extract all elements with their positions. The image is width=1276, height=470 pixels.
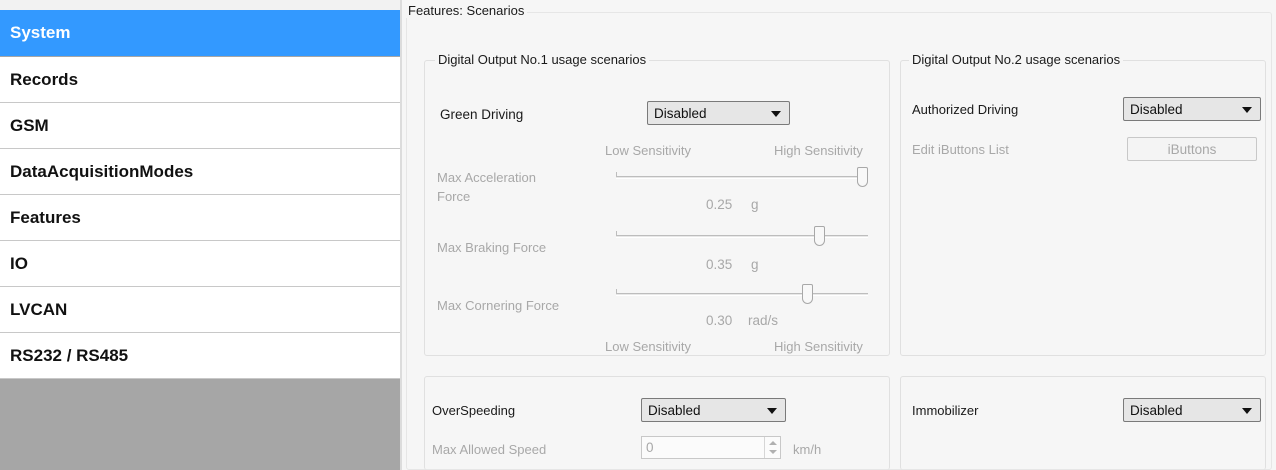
sidebar-item-label: DataAcquisitionModes (10, 161, 194, 181)
slider-tick (616, 231, 617, 235)
chevron-down-icon (771, 111, 781, 117)
acceleration-value: 0.25 (706, 197, 733, 212)
authorized-driving-label: Authorized Driving (912, 102, 1019, 117)
acceleration-slider[interactable] (616, 167, 868, 187)
sidebar-item-gsm[interactable]: GSM (0, 103, 401, 149)
braking-slider-thumb[interactable] (814, 226, 825, 246)
acceleration-unit: g (751, 197, 759, 212)
cornering-value: 0.30 (706, 313, 733, 328)
speed-unit-label: km/h (793, 442, 822, 457)
sidebar-item-label: Records (10, 69, 79, 89)
sidebar-item-records[interactable]: Records (0, 57, 401, 103)
chevron-down-icon (1242, 107, 1252, 113)
max-acceleration-label-2: Force (437, 189, 471, 204)
immobilizer-select[interactable]: Disabled (1123, 398, 1261, 422)
overspeeding-label: OverSpeeding (432, 403, 516, 418)
overspeeding-value: Disabled (648, 402, 701, 418)
braking-slider[interactable] (616, 226, 868, 246)
authorized-driving-select[interactable]: Disabled (1123, 97, 1261, 121)
sidebar-item-label: System (10, 22, 71, 42)
acceleration-slider-thumb[interactable] (857, 167, 868, 187)
sidebar-item-system[interactable]: System (0, 10, 401, 56)
section-title: Features: Scenarios (405, 3, 528, 18)
max-acceleration-label: Max Acceleration (437, 170, 536, 185)
overspeeding-select[interactable]: Disabled (641, 398, 786, 422)
sidebar-item-dataacquisitionmodes[interactable]: DataAcquisitionModes (0, 149, 401, 195)
low-sensitivity-label: Low Sensitivity (605, 143, 691, 158)
high-sensitivity-label: High Sensitivity (774, 143, 863, 158)
max-allowed-speed-value: 0 (646, 440, 654, 455)
braking-unit: g (751, 257, 759, 272)
low-sensitivity-bottom-label: Low Sensitivity (605, 339, 691, 354)
sidebar-item-label: LVCAN (10, 299, 68, 319)
immobilizer-value: Disabled (1130, 402, 1183, 418)
ibuttons-button[interactable]: iButtons (1127, 137, 1257, 161)
green-driving-select[interactable]: Disabled (647, 101, 790, 125)
do1-title: Digital Output No.1 usage scenarios (435, 52, 650, 67)
sidebar-item-label: GSM (10, 115, 49, 135)
sidebar-item-features[interactable]: Features (0, 195, 401, 241)
sidebar: System Records GSM DataAcquisitionModes … (0, 0, 401, 470)
max-allowed-speed-label: Max Allowed Speed (432, 442, 547, 457)
authorized-driving-value: Disabled (1130, 101, 1183, 117)
max-cornering-label: Max Cornering Force (437, 298, 560, 313)
edit-ibuttons-label: Edit iButtons List (912, 142, 1009, 157)
slider-tick (616, 289, 617, 293)
do2-title: Digital Output No.2 usage scenarios (909, 52, 1124, 67)
chevron-down-icon (1242, 408, 1252, 414)
cornering-unit: rad/s (748, 313, 779, 328)
immobilizer-label: Immobilizer (912, 403, 979, 418)
high-sensitivity-bottom-label: High Sensitivity (774, 339, 863, 354)
green-driving-value: Disabled (654, 105, 707, 121)
sidebar-item-label: RS232 / RS485 (10, 345, 129, 365)
max-braking-label: Max Braking Force (437, 240, 547, 255)
spinner-arrows-icon[interactable] (764, 437, 780, 458)
sidebar-item-label: IO (10, 253, 28, 273)
braking-value: 0.35 (706, 257, 733, 272)
sidebar-item-label: Features (10, 207, 81, 227)
arrow-up-icon[interactable] (769, 441, 777, 445)
max-allowed-speed-input[interactable]: 0 (641, 436, 781, 459)
sidebar-item-lvcan[interactable]: LVCAN (0, 287, 401, 333)
cornering-slider[interactable] (616, 284, 868, 304)
sidebar-item-io[interactable]: IO (0, 241, 401, 287)
slider-tick (616, 172, 617, 176)
chevron-down-icon (767, 408, 777, 414)
sidebar-top-strip (0, 0, 401, 10)
features-panel: Features: Scenarios Digital Output No.1 … (402, 0, 1276, 470)
immobilizer-group (900, 376, 1266, 470)
arrow-down-icon[interactable] (769, 450, 777, 454)
sidebar-item-rs232-rs485[interactable]: RS232 / RS485 (0, 333, 401, 379)
cornering-slider-thumb[interactable] (802, 284, 813, 304)
green-driving-label: Green Driving (440, 107, 524, 122)
